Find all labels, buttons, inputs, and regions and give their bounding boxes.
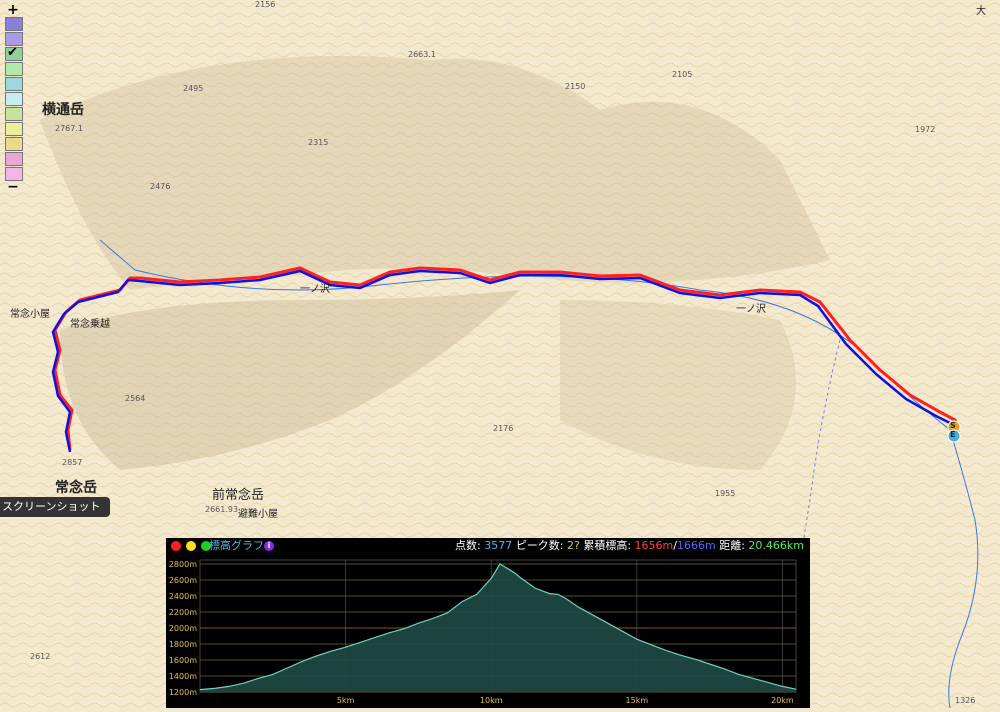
distance-value: 20.466km	[748, 539, 804, 552]
gain-down-value: 1666m	[676, 539, 716, 552]
spot-height: 2105	[672, 70, 693, 79]
color-swatch-list: ✔	[4, 17, 26, 181]
y-tick-label: 1400m	[169, 672, 197, 681]
panel-title: 標高グラフ	[209, 539, 264, 552]
zoom-out-button[interactable]: −	[4, 180, 22, 194]
y-tick-label: 2800m	[169, 560, 197, 569]
spot-height: 2156	[255, 0, 276, 9]
color-swatch[interactable]: ✔	[5, 45, 23, 61]
label-top-right: 大	[976, 6, 986, 17]
gain-up-value: 1656m	[634, 539, 674, 552]
color-swatch[interactable]	[5, 92, 23, 106]
label-ichinosawa-east: 一ノ沢	[736, 304, 766, 315]
color-swatch[interactable]	[5, 32, 23, 46]
distance-label: 距離:	[719, 539, 745, 552]
close-dot[interactable]	[171, 541, 181, 551]
x-tick-label: 10km	[480, 696, 503, 705]
minimize-dot[interactable]	[186, 541, 196, 551]
color-swatch[interactable]	[5, 107, 23, 121]
color-swatch[interactable]	[5, 77, 23, 91]
spot-height: 2315	[308, 138, 329, 147]
spot-height: 2476	[150, 182, 171, 191]
label-jonen-hut: 常念小屋	[10, 309, 50, 320]
x-tick-label: 20km	[771, 696, 794, 705]
x-tick-label: 15km	[626, 696, 649, 705]
points-value: 3577	[484, 539, 513, 552]
elevation-graph-panel: 標高グラフ i 点数: 3577 ピーク数: 2? 累積標高: 1656m/16…	[166, 538, 810, 708]
spot-height: 1326	[955, 696, 976, 705]
color-swatch[interactable]	[5, 167, 23, 181]
spot-height: 2564	[125, 394, 146, 403]
end-marker-label: E	[950, 430, 956, 439]
zoom-in-button[interactable]: +	[4, 3, 22, 17]
check-icon: ✔	[7, 45, 18, 60]
spot-height: 2176	[493, 424, 514, 433]
layer-palette: + ✔ −	[4, 3, 26, 194]
label-jonen-norikoshi: 常念乗越	[70, 319, 110, 330]
color-swatch[interactable]	[5, 17, 23, 31]
track-stats: 点数: 3577 ピーク数: 2? 累積標高: 1656m/1666m 距離: …	[455, 538, 804, 554]
color-swatch[interactable]	[5, 152, 23, 166]
y-tick-label: 2200m	[169, 608, 197, 617]
label-yokotoori-dake: 横通岳	[42, 102, 84, 118]
screenshot-button[interactable]: スクリーンショット	[0, 497, 111, 517]
color-swatch[interactable]	[5, 62, 23, 76]
elevation-chart[interactable]: 1200m 1400m 1600m 1800m 2000m 2200m 2400m 2600m…	[166, 554, 810, 708]
color-swatch[interactable]	[5, 137, 23, 151]
start-marker-label: S	[950, 421, 956, 430]
spot-height: 2767.1	[55, 124, 83, 133]
spot-height: 1972	[915, 125, 936, 134]
gain-label: 累積標高:	[583, 539, 632, 552]
spot-height: 2612	[30, 652, 51, 661]
spot-height: 2150	[565, 82, 586, 91]
peaks-label: ピーク数:	[515, 539, 564, 552]
info-icon[interactable]: i	[264, 541, 274, 551]
label-ichinosawa-west: 一ノ沢	[300, 284, 330, 295]
spot-height: 1955	[715, 489, 736, 498]
color-swatch[interactable]	[5, 122, 23, 136]
spot-height: 2495	[183, 84, 204, 93]
y-tick-label: 1600m	[169, 656, 197, 665]
label-maejonen-dake: 前常念岳	[212, 488, 265, 503]
points-label: 点数:	[455, 539, 481, 552]
label-hinan-hut: 避難小屋	[238, 509, 278, 520]
label-jonen-dake: 常念岳	[55, 480, 97, 496]
y-tick-label: 2400m	[169, 592, 197, 601]
y-tick-label: 2000m	[169, 624, 197, 633]
y-tick-label: 2600m	[169, 576, 197, 585]
spot-height: 2857	[62, 458, 83, 467]
y-tick-label: 1800m	[169, 640, 197, 649]
panel-header: 標高グラフ i 点数: 3577 ピーク数: 2? 累積標高: 1656m/16…	[166, 538, 810, 554]
spot-height: 2661.93	[205, 505, 239, 514]
x-tick-label: 5km	[337, 696, 355, 705]
spot-height: 2663.1	[408, 50, 436, 59]
peaks-value: 2?	[566, 539, 580, 552]
y-tick-label: 1200m	[169, 688, 197, 697]
